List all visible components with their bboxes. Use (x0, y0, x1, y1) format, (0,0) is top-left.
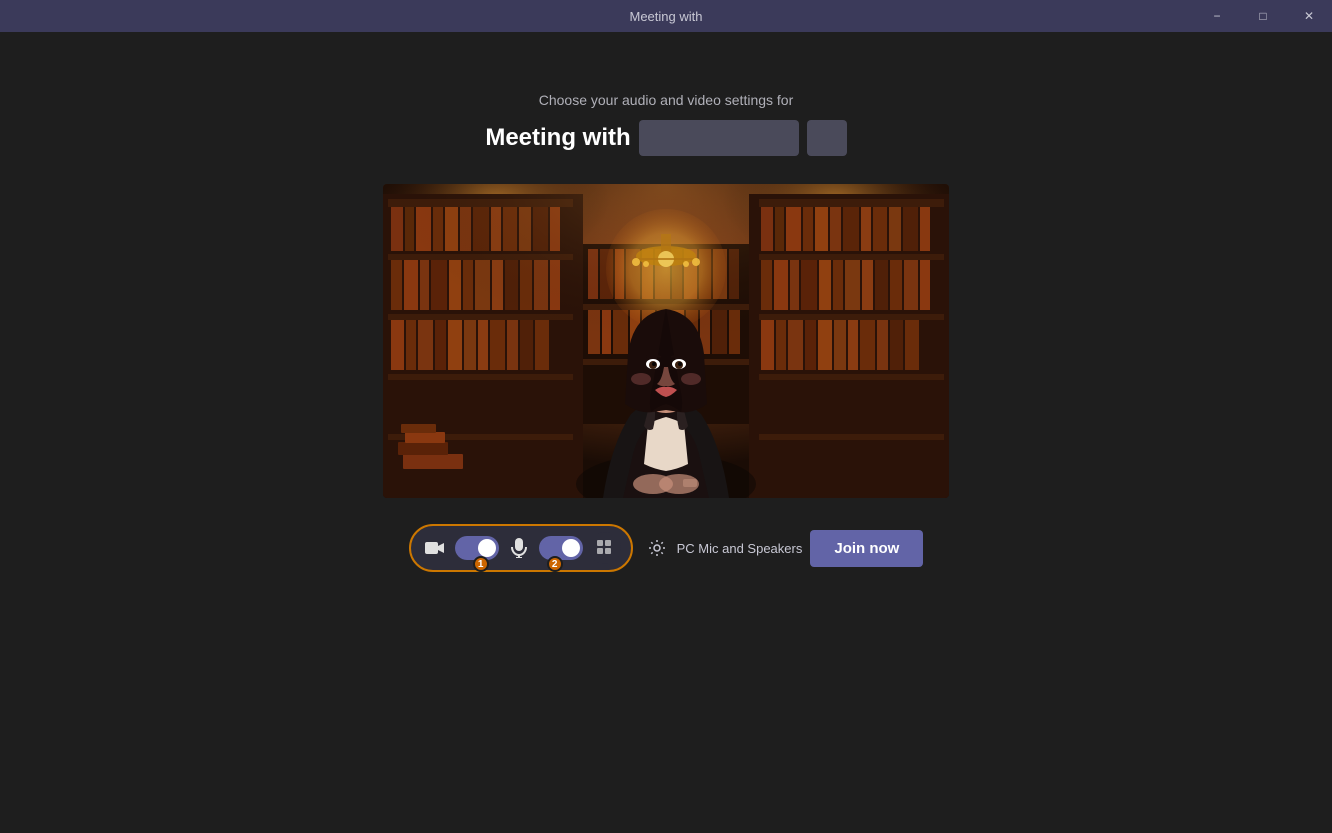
effects-button[interactable] (589, 532, 621, 564)
meeting-title-row: Meeting with (485, 120, 846, 156)
maximize-button[interactable]: □ (1240, 0, 1286, 32)
controls-bar: 1 2 PC Mic and Speakers Join now (409, 518, 924, 578)
audio-device-label: PC Mic and Speakers (677, 541, 803, 556)
titlebar: Meeting with − □ ✕ (0, 0, 1332, 32)
minimize-button[interactable]: − (1194, 0, 1240, 32)
camera-badge: 1 (473, 556, 489, 572)
meeting-title-redacted-extra (807, 120, 847, 156)
effects-badge: 2 (547, 556, 563, 572)
gear-icon (648, 539, 666, 557)
audio-settings-icon-button[interactable] (643, 534, 671, 562)
titlebar-controls: − □ ✕ (1194, 0, 1332, 32)
titlebar-title: Meeting with (630, 9, 703, 24)
close-button[interactable]: ✕ (1286, 0, 1332, 32)
meeting-title-redacted-name (639, 120, 799, 156)
camera-icon (425, 540, 445, 556)
microphone-icon-button[interactable] (505, 534, 533, 562)
controls-left-group: 1 2 (409, 524, 633, 572)
mic-toggle[interactable] (539, 536, 583, 560)
video-preview (383, 184, 949, 498)
microphone-icon (511, 538, 527, 558)
video-background (383, 184, 949, 498)
controls-right-group: PC Mic and Speakers Join now (643, 530, 924, 567)
meeting-title-label: Meeting with (485, 124, 630, 152)
join-now-button[interactable]: Join now (810, 530, 923, 567)
audio-settings: PC Mic and Speakers (643, 534, 803, 562)
subtitle-text: Choose your audio and video settings for (539, 92, 794, 108)
main-content: Choose your audio and video settings for… (0, 32, 1332, 833)
effects-icon (596, 539, 614, 557)
camera-icon-button[interactable] (421, 534, 449, 562)
